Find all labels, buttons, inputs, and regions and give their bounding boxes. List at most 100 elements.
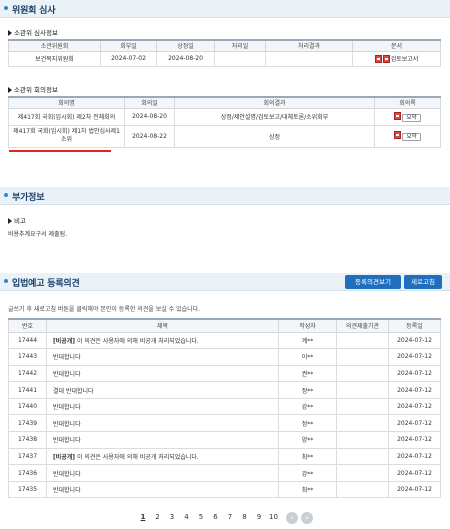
highlight-underline: [9, 150, 111, 152]
page-link-10[interactable]: 10: [269, 513, 279, 521]
opinion-title-link[interactable]: 결대 반대합니다: [53, 388, 94, 395]
table-row[interactable]: 17439 반대합니다 정** 2024-07-12: [8, 414, 441, 433]
opinion-title-link[interactable]: 반대합니다: [53, 421, 81, 428]
table-header-row: 회의명 회의일 회의결과 회의록: [8, 96, 441, 109]
title-cell[interactable]: [비공개] 이 의견은 사용자에 의해 비공개 처리되었습니다.: [46, 447, 279, 466]
column-header: 번호: [8, 318, 47, 333]
remarks-title: 비고: [8, 215, 26, 225]
remarks-text: 비용추계요구서 제출됨.: [8, 231, 68, 238]
review-report-link[interactable]: 검토보고서: [391, 56, 419, 63]
title-cell[interactable]: 반대합니다: [46, 464, 279, 482]
bullet-dot-icon: [4, 279, 8, 283]
meeting-info-table: 회의명 회의일 회의결과 회의록 제417회 국회(임시회) 제2차 전체회의 …: [8, 96, 441, 148]
table-row[interactable]: 17444 [비공개] 이 의견은 사용자에 의해 비공개 처리되었습니다. 계**…: [8, 331, 441, 350]
author-cell: 강**: [278, 464, 337, 482]
column-header: 등록일: [388, 318, 441, 333]
meeting-name-cell: 제417회 국회(임시회) 제2차 전체회의: [8, 107, 125, 126]
opinion-title-link[interactable]: 반대합니다: [53, 471, 81, 478]
page-link-7[interactable]: 7: [225, 513, 235, 521]
title-cell[interactable]: 반대합니다: [46, 397, 279, 416]
double-chevron-right-icon[interactable]: »: [301, 512, 313, 524]
author-cell: 최**: [278, 480, 337, 499]
title-cell[interactable]: 반대합니다: [46, 480, 279, 499]
table-row[interactable]: 17441 결대 반대합니다 정** 2024-07-12: [8, 381, 441, 399]
opinion-title-link[interactable]: 반대합니다: [53, 371, 81, 378]
meeting-result-cell: 상정/제안설명/검토보고/대체토론/소위회부: [174, 107, 375, 126]
title-cell[interactable]: [비공개] 이 의견은 사용자에 의해 비공개 처리되었습니다.: [46, 331, 279, 350]
page-link-6[interactable]: 6: [211, 513, 221, 521]
pdf-icon[interactable]: [394, 131, 402, 139]
title-cell[interactable]: 결대 반대합니다: [46, 381, 279, 399]
no-cell: 17441: [8, 381, 47, 399]
table-row[interactable]: 17437 [비공개] 이 의견은 사용자에 의해 비공개 처리되었습니다. 최**…: [8, 447, 441, 466]
table-row[interactable]: 17440 반대합니다 강** 2024-07-12: [8, 397, 441, 416]
no-cell: 17442: [8, 364, 47, 383]
table-row[interactable]: 17443 반대합니다 이** 2024-07-12: [8, 348, 441, 366]
opinion-title-link[interactable]: 반대합니다: [53, 437, 81, 444]
table-row: 제417회 국회(임시회) 제1차 법안심사제1소위 2024-08-22 상정…: [8, 124, 441, 148]
date-cell: 2024-07-12: [388, 464, 441, 482]
date-cell: 2024-07-12: [388, 414, 441, 433]
hwp-icon[interactable]: [382, 55, 390, 63]
page-link-4[interactable]: 4: [182, 513, 192, 521]
column-header: 처리결과: [265, 39, 353, 52]
page-link-3[interactable]: 3: [167, 513, 177, 521]
page-link-2[interactable]: 2: [153, 513, 163, 521]
title-cell[interactable]: 반대합니다: [46, 414, 279, 433]
bullet-dot-icon: [4, 6, 8, 10]
date-cell: 2024-07-12: [388, 348, 441, 366]
page-link-9[interactable]: 9: [254, 513, 264, 521]
date-cell: 2024-07-12: [388, 447, 441, 466]
page-link-1[interactable]: 1: [138, 513, 148, 521]
column-header: 작성자: [278, 318, 337, 333]
refresh-button[interactable]: 새로고침: [404, 275, 442, 289]
triangle-right-icon: [8, 87, 12, 93]
author-cell: 강**: [278, 397, 337, 416]
pagination: 1 2 3 4 5 6 7 8 9 10 ›»: [0, 512, 450, 525]
section-title: 입법예고 등록의견: [12, 279, 80, 289]
minutes-cell: 요약: [374, 107, 441, 126]
title-cell[interactable]: 반대합니다: [46, 431, 279, 449]
committee-cell: 보건복지위원회: [8, 50, 101, 67]
author-cell: 정**: [278, 381, 337, 399]
meeting-name-cell: 제417회 국회(임시회) 제1차 법안심사제1소위: [8, 124, 125, 148]
summary-button[interactable]: 요약: [402, 133, 421, 141]
chevron-right-icon[interactable]: ›: [286, 512, 298, 524]
minutes-cell: 요약: [374, 124, 441, 148]
opinion-title-link[interactable]: 이 의견은 사용자에 의해 비공개 처리되었습니다.: [75, 454, 199, 461]
org-cell: [336, 397, 389, 416]
pdf-icon[interactable]: [374, 55, 382, 63]
author-cell: 양**: [278, 431, 337, 449]
opinion-title-link[interactable]: 반대합니다: [53, 404, 81, 411]
triangle-right-icon: [8, 30, 12, 36]
opinion-title-link[interactable]: 반대합니다: [53, 487, 81, 494]
table-row[interactable]: 17442 반대합니다 권** 2024-07-12: [8, 364, 441, 383]
org-cell: [336, 364, 389, 383]
author-cell: 권**: [278, 364, 337, 383]
date-cell: 2024-07-12: [388, 397, 441, 416]
table-header-row: 소관위원회 회부일 상정일 처리일 처리결과 문서: [8, 39, 441, 52]
opinion-title-link[interactable]: 이 의견은 사용자에 의해 비공개 처리되었습니다.: [75, 338, 199, 345]
table-row[interactable]: 17436 반대합니다 강** 2024-07-12: [8, 464, 441, 482]
table-row[interactable]: 17435 반대합니다 최** 2024-07-12: [8, 480, 441, 499]
section-title: 위원회 심사: [12, 6, 56, 16]
org-cell: [336, 381, 389, 399]
bullet-dot-icon: [4, 193, 8, 197]
summary-button[interactable]: 요약: [402, 113, 421, 122]
pdf-icon[interactable]: [394, 111, 402, 120]
author-cell: 최**: [278, 447, 337, 466]
page-link-8[interactable]: 8: [240, 513, 250, 521]
column-header: 회의명: [8, 96, 125, 109]
author-cell: 이**: [278, 348, 337, 366]
private-prefix: [비공개]: [53, 453, 76, 461]
column-header: 처리일: [214, 39, 266, 52]
date-cell: 2024-07-12: [388, 381, 441, 399]
view-registered-opinions-button[interactable]: 등록의견보기: [345, 275, 401, 289]
table-row[interactable]: 17438 반대합니다 양** 2024-07-12: [8, 431, 441, 449]
title-cell[interactable]: 반대합니다: [46, 348, 279, 366]
org-cell: [336, 464, 389, 482]
opinion-title-link[interactable]: 반대합니다: [53, 354, 81, 361]
title-cell[interactable]: 반대합니다: [46, 364, 279, 383]
page-link-5[interactable]: 5: [196, 513, 206, 521]
column-header: 의견제출기관: [336, 318, 389, 333]
